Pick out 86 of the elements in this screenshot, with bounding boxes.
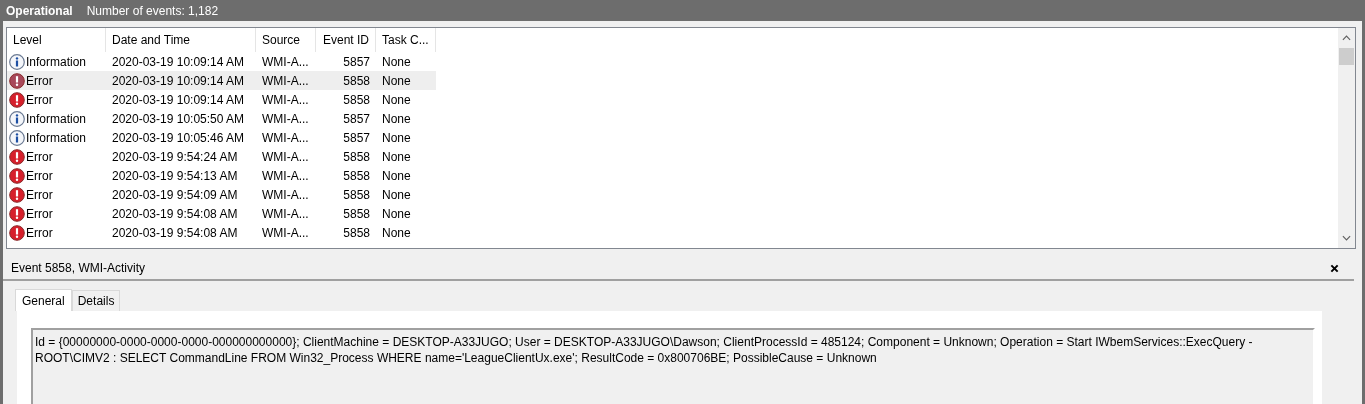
source-cell-text: WMI-A...: [261, 225, 310, 240]
source-cell-text: WMI-A...: [261, 111, 310, 126]
column-header[interactable]: Date and Time: [106, 28, 256, 52]
scroll-down-icon[interactable]: [1342, 235, 1351, 241]
event-row[interactable]: Error 2020-03-19 9:54:09 AM WMI-A... 5858 None: [7, 185, 436, 204]
info-icon: [9, 110, 25, 127]
source-cell-text: WMI-A...: [261, 73, 310, 88]
event-id-cell-text: 5857: [342, 130, 371, 145]
level-text: Error: [26, 92, 53, 107]
event-message: Id = {00000000-0000-0000-0000-000000000000}; ClientMachine = DESKTOP-A33JUGO; User = DESKTOP-A33JUGO\Dawson; ClientProcessId = 485124; Component = Unknown; Operation = Start IWbemServices::ExecQuery - ROOT\CIMV2 : SELECT CommandLine FROM Win32_Process WHERE name='LeagueClientUx.exe'; ResultCode = 0x800706BE; PossibleCause = Unknown: [31, 328, 1315, 404]
tab[interactable]: Details: [71, 290, 121, 311]
level-text: Error: [26, 168, 53, 183]
event-id-cell-text: 5858: [342, 168, 371, 183]
date-cell-text: 2020-03-19 10:05:50 AM: [111, 111, 246, 126]
source-cell-text: WMI-A...: [261, 187, 310, 202]
error-icon: [9, 91, 25, 108]
source-cell-text: WMI-A...: [261, 92, 310, 107]
task-cell-text: None: [381, 225, 412, 240]
date-cell-text: 2020-03-19 9:54:08 AM: [111, 206, 239, 221]
column-header[interactable]: Task C...: [376, 28, 436, 52]
level-text: Information: [26, 54, 87, 69]
date-cell-text: 2020-03-19 9:54:13 AM: [111, 168, 239, 183]
event-row[interactable]: Error 2020-03-19 10:09:14 AM WMI-A... 5858 None: [7, 71, 436, 90]
error-icon: [9, 167, 25, 184]
event-id-cell-text: 5857: [342, 111, 371, 126]
error-icon: [9, 224, 25, 241]
column-header[interactable]: Source: [256, 28, 316, 52]
source-cell-text: WMI-A...: [261, 168, 310, 183]
info-icon: [9, 129, 25, 146]
column-header[interactable]: Event ID: [316, 28, 376, 52]
event-id-cell-text: 5858: [342, 187, 371, 202]
event-id-cell-text: 5858: [342, 92, 371, 107]
task-cell-text: None: [381, 73, 412, 88]
scrollbar[interactable]: [1338, 28, 1355, 248]
event-row[interactable]: Information 2020-03-19 10:05:46 AM WMI-A... 5857 None: [7, 128, 436, 147]
task-cell-text: None: [381, 130, 412, 145]
source-cell-text: WMI-A...: [261, 54, 310, 69]
event-row[interactable]: Error 2020-03-19 9:54:13 AM WMI-A... 5858 None: [7, 166, 436, 185]
level-text: Information: [26, 111, 87, 126]
task-cell-text: None: [381, 54, 412, 69]
task-cell-text: None: [381, 206, 412, 221]
task-cell-text: None: [381, 111, 412, 126]
source-cell-text: WMI-A...: [261, 149, 310, 164]
error-icon: [9, 205, 25, 222]
event-title: Event 5858, WMI-Activity: [11, 261, 146, 275]
task-cell-text: None: [381, 168, 412, 183]
error-icon: [9, 148, 25, 165]
event-row[interactable]: Error 2020-03-19 9:54:08 AM WMI-A... 5858 None: [7, 204, 436, 223]
event-id-cell-text: 5858: [342, 73, 371, 88]
date-cell-text: 2020-03-19 9:54:08 AM: [111, 225, 239, 240]
event-id-cell-text: 5858: [342, 225, 371, 240]
date-cell-text: 2020-03-19 9:54:09 AM: [111, 187, 239, 202]
date-cell-text: 2020-03-19 10:09:14 AM: [111, 73, 246, 88]
date-cell-text: 2020-03-19 10:09:14 AM: [111, 54, 246, 69]
close-icon[interactable]: [1330, 263, 1339, 273]
source-cell-text: WMI-A...: [261, 130, 310, 145]
event-row[interactable]: Error 2020-03-19 9:54:08 AM WMI-A... 5858 None: [7, 223, 436, 242]
level-text: Error: [26, 149, 53, 164]
date-cell-text: 2020-03-19 10:09:14 AM: [111, 92, 246, 107]
info-icon: [9, 53, 25, 70]
task-cell-text: None: [381, 149, 412, 164]
task-cell-text: None: [381, 92, 412, 107]
scroll-thumb[interactable]: [1339, 48, 1354, 65]
error-icon: [9, 72, 25, 89]
level-text: Error: [26, 73, 53, 88]
event-id-cell-text: 5858: [342, 149, 371, 164]
scroll-up-icon[interactable]: [1342, 35, 1351, 41]
date-cell-text: 2020-03-19 9:54:24 AM: [111, 149, 239, 164]
event-row[interactable]: Error 2020-03-19 10:09:14 AM WMI-A... 5858 None: [7, 90, 436, 109]
event-row[interactable]: Information 2020-03-19 10:05:50 AM WMI-A... 5857 None: [7, 109, 436, 128]
level-text: Error: [26, 206, 53, 221]
event-count: Number of events: 1,182: [86, 3, 219, 18]
event-row[interactable]: Error 2020-03-19 9:54:24 AM WMI-A... 5858 None: [7, 147, 436, 166]
level-text: Error: [26, 225, 53, 240]
tab[interactable]: General: [15, 289, 72, 311]
date-cell-text: 2020-03-19 10:05:46 AM: [111, 130, 246, 145]
event-id-cell-text: 5857: [342, 54, 371, 69]
log-title: Operational: [6, 3, 73, 18]
level-text: Information: [26, 130, 87, 145]
event-id-cell-text: 5858: [342, 206, 371, 221]
task-cell-text: None: [381, 187, 412, 202]
source-cell-text: WMI-A...: [261, 206, 310, 221]
level-text: Error: [26, 187, 53, 202]
column-header[interactable]: Level: [7, 28, 106, 52]
event-row[interactable]: Information 2020-03-19 10:09:14 AM WMI-A... 5857 None: [7, 52, 436, 71]
error-icon: [9, 186, 25, 203]
